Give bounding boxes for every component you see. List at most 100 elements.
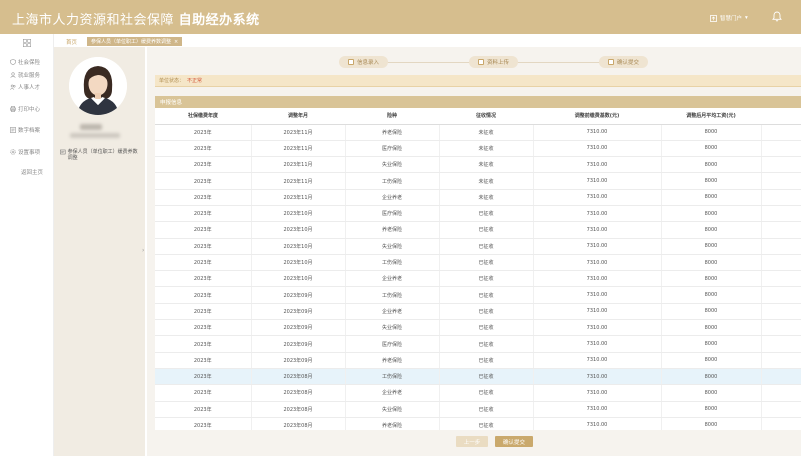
sidebar-item-social-insurance[interactable]: 社会保险 — [10, 58, 40, 66]
table-cell: 8000 — [661, 368, 762, 386]
column-header: 征收情况 — [439, 108, 533, 125]
grid-menu-icon[interactable] — [23, 39, 31, 47]
table-cell: 7310.00 — [533, 189, 662, 206]
table-cell: 2023年11月 — [251, 140, 346, 158]
table-row[interactable]: 2023年2023年10月工伤保险已征收7310.0080008000 — [155, 254, 801, 272]
collapse-panel-icon[interactable]: › — [142, 247, 144, 254]
shield-icon — [10, 59, 16, 65]
table-row[interactable]: 2023年2023年11月养老保险未征收7310.0080008000 — [155, 124, 801, 141]
table-cell: 8000 — [661, 172, 762, 190]
users-icon — [10, 84, 16, 90]
table-cell: 8000 — [761, 140, 801, 158]
table-row[interactable]: 2023年2023年11月工伤保险未征收7310.0080008000 — [155, 172, 801, 190]
portal-icon — [710, 14, 717, 22]
table-cell: 7310.00 — [533, 156, 662, 174]
table-cell: 8000 — [661, 140, 762, 158]
table-cell: 8000 — [761, 319, 801, 337]
chevron-down-icon: ▾ — [745, 15, 748, 21]
table-cell: 8000 — [761, 205, 801, 223]
table-row[interactable]: 2023年2023年08月失业保险已征收7310.0080008000 — [155, 401, 801, 418]
table-cell: 8000 — [761, 189, 801, 206]
tab-home[interactable]: 首页 — [66, 38, 77, 46]
table-cell: 失业保险 — [345, 156, 440, 174]
column-header: 调整年月 — [251, 108, 345, 125]
table-cell: 2023年 — [155, 189, 252, 206]
table-cell: 8000 — [661, 352, 762, 369]
table-cell: 8000 — [761, 172, 801, 190]
folder-icon — [10, 127, 16, 133]
table-cell: 7310.00 — [533, 368, 662, 386]
table-cell: 已征收 — [439, 417, 534, 430]
table-row[interactable]: 2023年2023年08月企业养老已征收7310.0080008000 — [155, 384, 801, 402]
table-cell: 8000 — [661, 124, 762, 141]
table-cell: 2023年09月 — [251, 319, 346, 337]
table-row[interactable]: 2023年2023年09月失业保险已征收7310.0080008000 — [155, 319, 801, 337]
app-title-sub: 自助经办系统 — [178, 13, 260, 28]
table-cell: 2023年 — [155, 221, 252, 239]
declaration-table: 社保缴费年度调整年月险种征收情况调整前缴费基数(元)调整后月平均工资(元)调整后… — [155, 108, 801, 430]
table-cell: 养老保险 — [345, 221, 440, 239]
table-row[interactable]: 2023年2023年11月医疗保险未征收7310.0080008000 — [155, 140, 801, 158]
table-row[interactable]: 2023年2023年08月工伤保险已征收7310.0080008000 — [155, 368, 801, 386]
table-cell: 已征收 — [439, 335, 534, 353]
table-cell: 2023年09月 — [251, 286, 346, 304]
sidebar-item-settings[interactable]: 设置事项 — [10, 148, 40, 156]
table-cell: 已征收 — [439, 270, 534, 288]
table-cell: 7310.00 — [533, 286, 662, 304]
table-cell: 养老保险 — [345, 352, 440, 369]
sidebar-item-employment[interactable]: 就业服务 — [10, 71, 40, 79]
tab-bar: 首页 参保人员（单位职工）缓费养数调整 × — [54, 34, 801, 47]
data-table: 社保缴费年度调整年月险种征收情况调整前缴费基数(元)调整后月平均工资(元)调整后… — [155, 108, 801, 430]
table-cell: 8000 — [761, 368, 801, 386]
table-cell: 2023年 — [155, 417, 252, 430]
table-row[interactable]: 2023年2023年11月企业养老未征收7310.0080008000 — [155, 189, 801, 206]
table-row[interactable]: 2023年2023年10月养老保险已征收7310.0080008000 — [155, 221, 801, 239]
unit-status-value: 不正常 — [187, 78, 203, 84]
table-cell: 2023年 — [155, 401, 252, 418]
edit-icon — [348, 59, 354, 65]
close-icon[interactable]: × — [174, 39, 178, 45]
table-cell: 8000 — [761, 238, 801, 255]
table-cell: 已征收 — [439, 319, 534, 337]
table-cell: 养老保险 — [345, 124, 440, 141]
step-upload[interactable]: 资料上传 — [469, 56, 519, 68]
table-row[interactable]: 2023年2023年10月失业保险已征收7310.0080008000 — [155, 238, 801, 255]
table-row[interactable]: 2023年2023年09月企业养老已征收7310.0080008000 — [155, 303, 801, 321]
table-cell: 企业养老 — [345, 303, 440, 321]
portal-link[interactable]: 智慧门户 ▾ — [710, 14, 748, 22]
sidebar-item-digital-archive[interactable]: 数字档案 — [10, 126, 40, 134]
table-cell: 8000 — [761, 384, 801, 402]
table-cell: 2023年08月 — [251, 384, 346, 402]
prev-button[interactable]: 上一步 — [456, 436, 488, 447]
table-cell: 8000 — [661, 205, 762, 223]
table-cell: 企业养老 — [345, 384, 440, 402]
table-cell: 7310.00 — [533, 352, 662, 369]
tab-active[interactable]: 参保人员（单位职工）缓费养数调整 × — [87, 37, 183, 46]
table-row[interactable]: 2023年2023年10月医疗保险已征收7310.0080008000 — [155, 205, 801, 223]
table-cell: 2023年09月 — [251, 303, 346, 321]
sidebar-item-personnel[interactable]: 人事人才 — [10, 83, 40, 91]
table-cell: 7310.00 — [533, 417, 662, 430]
bell-icon[interactable] — [772, 11, 782, 22]
table-row[interactable]: 2023年2023年11月失业保险未征收7310.0080008000 — [155, 156, 801, 174]
table-row[interactable]: 2023年2023年10月企业养老已征收7310.0080008000 — [155, 270, 801, 288]
table-cell: 8000 — [761, 286, 801, 304]
table-row[interactable]: 2023年2023年09月医疗保险已征收7310.0080008000 — [155, 335, 801, 353]
table-row[interactable]: 2023年2023年09月工伤保险已征收7310.0080008000 — [155, 286, 801, 304]
sidebar-item-print-center[interactable]: 打印中心 — [10, 105, 40, 113]
table-cell: 已征收 — [439, 238, 534, 255]
table-cell: 7310.00 — [533, 221, 662, 239]
table-row[interactable]: 2023年2023年09月养老保险已征收7310.0080008000 — [155, 352, 801, 369]
table-cell: 已征收 — [439, 368, 534, 386]
table-cell: 8000 — [661, 319, 762, 337]
sidebar-item-home-return[interactable]: 返回主页 — [21, 168, 43, 176]
table-cell: 7310.00 — [533, 205, 662, 223]
table-cell: 2023年11月 — [251, 124, 346, 141]
table-cell: 8000 — [661, 189, 762, 206]
submit-button[interactable]: 确认提交 — [495, 436, 533, 447]
step-confirm[interactable]: 确认提交 — [599, 56, 649, 68]
table-cell: 2023年11月 — [251, 172, 346, 190]
step-info-entry[interactable]: 信息录入 — [339, 56, 389, 68]
table-row[interactable]: 2023年2023年08月养老保险已征收7310.0080008000 — [155, 417, 801, 430]
table-cell: 8000 — [661, 270, 762, 288]
